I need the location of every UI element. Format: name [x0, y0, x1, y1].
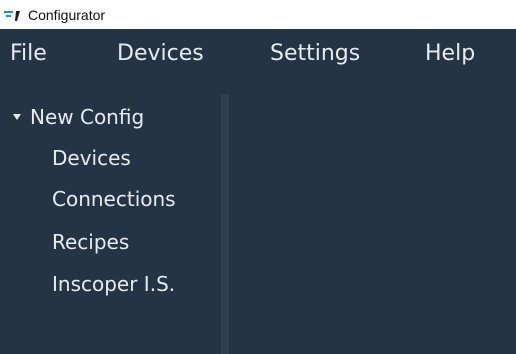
tree-item-inscoper-is[interactable]: Inscoper I.S.: [52, 271, 175, 297]
caret-down-icon[interactable]: [13, 114, 21, 120]
tree-item-connections[interactable]: Connections: [52, 186, 176, 212]
main-content-panel: [229, 79, 516, 354]
tree-item-recipes[interactable]: Recipes: [52, 229, 129, 255]
menu-help[interactable]: Help: [425, 41, 475, 67]
menu-settings[interactable]: Settings: [270, 41, 360, 67]
window-titlebar: Configurator: [0, 0, 516, 29]
panel-splitter[interactable]: [221, 94, 229, 354]
tree-item-devices[interactable]: Devices: [52, 145, 131, 171]
tree-root-label: New Config: [30, 105, 145, 129]
config-tree-panel: New Config Devices Connections Recipes I…: [0, 79, 221, 354]
menu-bar: File Devices Settings Help: [0, 29, 516, 79]
configurator-logo-icon: [4, 8, 22, 22]
tree-root-new-config[interactable]: New Config: [0, 103, 144, 131]
menu-devices[interactable]: Devices: [117, 41, 204, 67]
menu-file[interactable]: File: [10, 41, 47, 67]
window-title: Configurator: [28, 6, 106, 23]
